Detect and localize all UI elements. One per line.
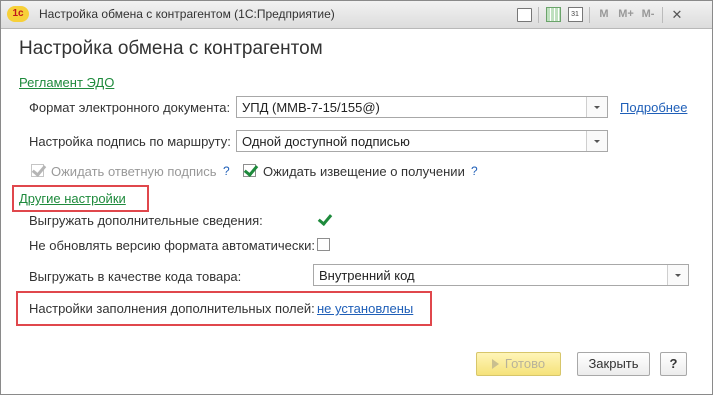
app-logo-icon: 1с [7, 6, 29, 22]
memory-m-button[interactable]: M [593, 5, 615, 24]
await-notice-label: Ожидать извещение о получении [263, 164, 465, 179]
export-extra-label: Выгружать дополнительные сведения: [29, 213, 263, 228]
help-button[interactable]: ? [660, 352, 687, 376]
await-notice-checkbox[interactable] [243, 164, 256, 177]
memory-minus-button[interactable]: M- [637, 5, 659, 24]
reglament-edo-link[interactable]: Регламент ЭДО [19, 75, 114, 90]
toolbar-separator [589, 6, 590, 23]
close-button[interactable]: Закрыть [577, 352, 650, 376]
more-link[interactable]: Подробнее [620, 100, 687, 115]
dialog-window: 1с Настройка обмена с контрагентом (1С:П… [0, 0, 713, 395]
chevron-down-icon[interactable] [667, 265, 688, 285]
extra-fields-link[interactable]: не установлены [317, 301, 413, 316]
no-update-label: Не обновлять версию формата автоматическ… [29, 238, 315, 253]
product-code-select[interactable]: Внутренний код [313, 264, 689, 286]
format-select[interactable]: УПД (ММВ-7-15/155@) [236, 96, 608, 118]
extra-fields-label: Настройки заполнения дополнительных поле… [29, 301, 315, 316]
toolbar-separator [662, 6, 663, 23]
await-sign-checkbox[interactable] [31, 164, 44, 177]
other-settings-link[interactable]: Другие настройки [19, 191, 126, 206]
play-icon [491, 359, 499, 369]
toolbar-separator [538, 6, 539, 23]
format-label: Формат электронного документа: [29, 100, 231, 115]
print-icon[interactable] [513, 5, 535, 24]
calendar-icon[interactable]: 31 [564, 5, 586, 24]
format-value: УПД (ММВ-7-15/155@) [242, 100, 380, 115]
window-title: Настройка обмена с контрагентом (1С:Пред… [39, 7, 335, 21]
chevron-down-icon[interactable] [586, 97, 607, 117]
export-extra-checkbox[interactable] [317, 213, 330, 226]
product-code-value: Внутренний код [319, 268, 415, 283]
sign-route-select[interactable]: Одной доступной подписью [236, 130, 608, 152]
chevron-down-icon[interactable] [586, 131, 607, 151]
sign-route-value: Одной доступной подписью [242, 134, 410, 149]
await-sign-help-icon[interactable]: ? [223, 164, 230, 178]
await-notice-help-icon[interactable]: ? [471, 164, 478, 178]
ok-button-label: Готово [504, 356, 546, 371]
title-bar: 1с Настройка обмена с контрагентом (1С:П… [1, 1, 712, 29]
await-sign-label: Ожидать ответную подпись [51, 164, 217, 179]
ok-button[interactable]: Готово [476, 352, 561, 376]
memory-plus-button[interactable]: M+ [615, 5, 637, 24]
spreadsheet-icon[interactable] [542, 5, 564, 24]
product-code-label: Выгружать в качестве кода товара: [29, 269, 242, 284]
title-toolbar: 31 M M+ M- ✕ [513, 5, 688, 24]
no-update-checkbox[interactable] [317, 238, 330, 251]
close-icon[interactable]: ✕ [666, 5, 688, 24]
form-title: Настройка обмена с контрагентом [19, 38, 323, 59]
sign-route-label: Настройка подпись по маршруту: [29, 134, 231, 149]
